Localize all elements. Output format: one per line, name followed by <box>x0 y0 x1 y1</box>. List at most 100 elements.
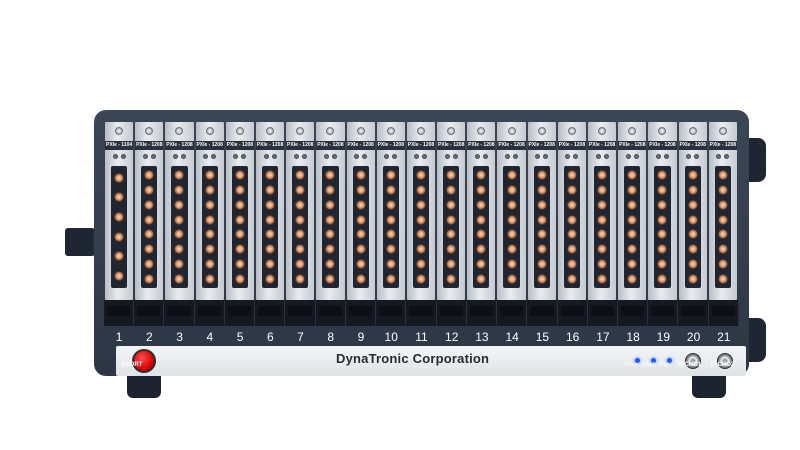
bnc-connector-icon[interactable] <box>174 185 185 196</box>
bnc-connector-icon[interactable] <box>536 273 547 284</box>
bnc-connector-icon[interactable] <box>717 199 728 210</box>
bnc-connector-icon[interactable] <box>446 199 457 210</box>
bnc-connector-icon[interactable] <box>566 258 577 269</box>
bnc-connector-icon[interactable] <box>506 199 517 210</box>
bnc-connector-icon[interactable] <box>536 214 547 225</box>
bnc-connector-icon[interactable] <box>385 199 396 210</box>
bnc-connector-icon[interactable] <box>566 199 577 210</box>
bnc-connector-icon[interactable] <box>144 273 155 284</box>
bnc-connector-icon[interactable] <box>234 258 245 269</box>
bnc-connector-icon[interactable] <box>295 258 306 269</box>
bnc-connector-icon[interactable] <box>325 244 336 255</box>
bnc-connector-icon[interactable] <box>687 273 698 284</box>
bnc-connector-icon[interactable] <box>325 258 336 269</box>
bnc-connector-icon[interactable] <box>536 258 547 269</box>
bnc-connector-icon[interactable] <box>204 170 215 181</box>
bnc-connector-icon[interactable] <box>657 199 668 210</box>
bnc-connector-icon[interactable] <box>597 170 608 181</box>
bnc-connector-icon[interactable] <box>717 244 728 255</box>
bnc-connector-icon[interactable] <box>204 199 215 210</box>
bnc-connector-icon[interactable] <box>295 214 306 225</box>
ejector-handle[interactable] <box>225 300 256 326</box>
bnc-connector-icon[interactable] <box>415 199 426 210</box>
bnc-connector-icon[interactable] <box>265 199 276 210</box>
bnc-connector-icon[interactable] <box>597 199 608 210</box>
bnc-connector-icon[interactable] <box>265 170 276 181</box>
bnc-connector-icon[interactable] <box>597 244 608 255</box>
bnc-connector-icon[interactable] <box>295 273 306 284</box>
bnc-connector-icon[interactable] <box>717 170 728 181</box>
bnc-connector-icon[interactable] <box>385 185 396 196</box>
bnc-connector-icon[interactable] <box>536 229 547 240</box>
bnc-connector-icon[interactable] <box>566 214 577 225</box>
bnc-connector-icon[interactable] <box>597 185 608 196</box>
bnc-connector-icon[interactable] <box>657 185 668 196</box>
bnc-connector-icon[interactable] <box>174 244 185 255</box>
bnc-connector-icon[interactable] <box>325 229 336 240</box>
bnc-connector-icon[interactable] <box>144 214 155 225</box>
bnc-connector-icon[interactable] <box>717 185 728 196</box>
bnc-connector-icon[interactable] <box>144 199 155 210</box>
bnc-connector-icon[interactable] <box>415 214 426 225</box>
ejector-handle[interactable] <box>558 300 588 326</box>
bnc-connector-icon[interactable] <box>385 170 396 181</box>
ejector-handle[interactable] <box>437 300 467 326</box>
bnc-connector-icon[interactable] <box>385 214 396 225</box>
ejector-handle[interactable] <box>588 300 618 326</box>
bnc-connector-icon[interactable] <box>355 258 366 269</box>
bnc-connector-icon[interactable] <box>506 229 517 240</box>
ejector-handle[interactable] <box>285 300 316 326</box>
bnc-connector-icon[interactable] <box>717 229 728 240</box>
bnc-connector-icon[interactable] <box>114 251 125 262</box>
bnc-connector-icon[interactable] <box>265 273 276 284</box>
abort-button[interactable] <box>132 349 156 373</box>
bnc-connector-icon[interactable] <box>687 244 698 255</box>
bnc-connector-icon[interactable] <box>687 199 698 210</box>
bnc-connector-icon[interactable] <box>415 273 426 284</box>
bnc-connector-icon[interactable] <box>325 273 336 284</box>
bnc-connector-icon[interactable] <box>204 258 215 269</box>
bnc-connector-icon[interactable] <box>446 273 457 284</box>
ejector-handle[interactable] <box>104 300 135 326</box>
bnc-connector-icon[interactable] <box>476 199 487 210</box>
bnc-connector-icon[interactable] <box>597 214 608 225</box>
bnc-connector-icon[interactable] <box>114 271 125 282</box>
bnc-connector-icon[interactable] <box>114 192 125 203</box>
bnc-connector-icon[interactable] <box>566 273 577 284</box>
bnc-connector-icon[interactable] <box>657 214 668 225</box>
bnc-connector-icon[interactable] <box>506 273 517 284</box>
bnc-connector-icon[interactable] <box>476 170 487 181</box>
bnc-connector-icon[interactable] <box>355 273 366 284</box>
bnc-connector-icon[interactable] <box>385 229 396 240</box>
ejector-handle[interactable] <box>164 300 195 326</box>
ejector-handle[interactable] <box>255 300 286 326</box>
bnc-connector-icon[interactable] <box>355 214 366 225</box>
bnc-connector-icon[interactable] <box>536 185 547 196</box>
bnc-connector-icon[interactable] <box>566 170 577 181</box>
bnc-connector-icon[interactable] <box>687 258 698 269</box>
bnc-connector-icon[interactable] <box>295 229 306 240</box>
bnc-connector-icon[interactable] <box>566 229 577 240</box>
bnc-connector-icon[interactable] <box>627 273 638 284</box>
bnc-connector-icon[interactable] <box>355 185 366 196</box>
ejector-handle[interactable] <box>346 300 377 326</box>
bnc-connector-icon[interactable] <box>325 199 336 210</box>
bnc-connector-icon[interactable] <box>566 244 577 255</box>
bnc-connector-icon[interactable] <box>114 231 125 242</box>
ejector-handle[interactable] <box>376 300 407 326</box>
bnc-connector-icon[interactable] <box>597 258 608 269</box>
bnc-connector-icon[interactable] <box>717 258 728 269</box>
bnc-connector-icon[interactable] <box>295 199 306 210</box>
bnc-connector-icon[interactable] <box>234 170 245 181</box>
bnc-connector-icon[interactable] <box>385 258 396 269</box>
bnc-connector-icon[interactable] <box>204 273 215 284</box>
bnc-connector-icon[interactable] <box>234 199 245 210</box>
ejector-handle[interactable] <box>467 300 498 326</box>
bnc-connector-icon[interactable] <box>204 214 215 225</box>
bnc-connector-icon[interactable] <box>536 199 547 210</box>
bnc-connector-icon[interactable] <box>144 244 155 255</box>
bnc-connector-icon[interactable] <box>627 170 638 181</box>
ejector-handle[interactable] <box>134 300 165 326</box>
bnc-connector-icon[interactable] <box>174 214 185 225</box>
bnc-connector-icon[interactable] <box>446 244 457 255</box>
